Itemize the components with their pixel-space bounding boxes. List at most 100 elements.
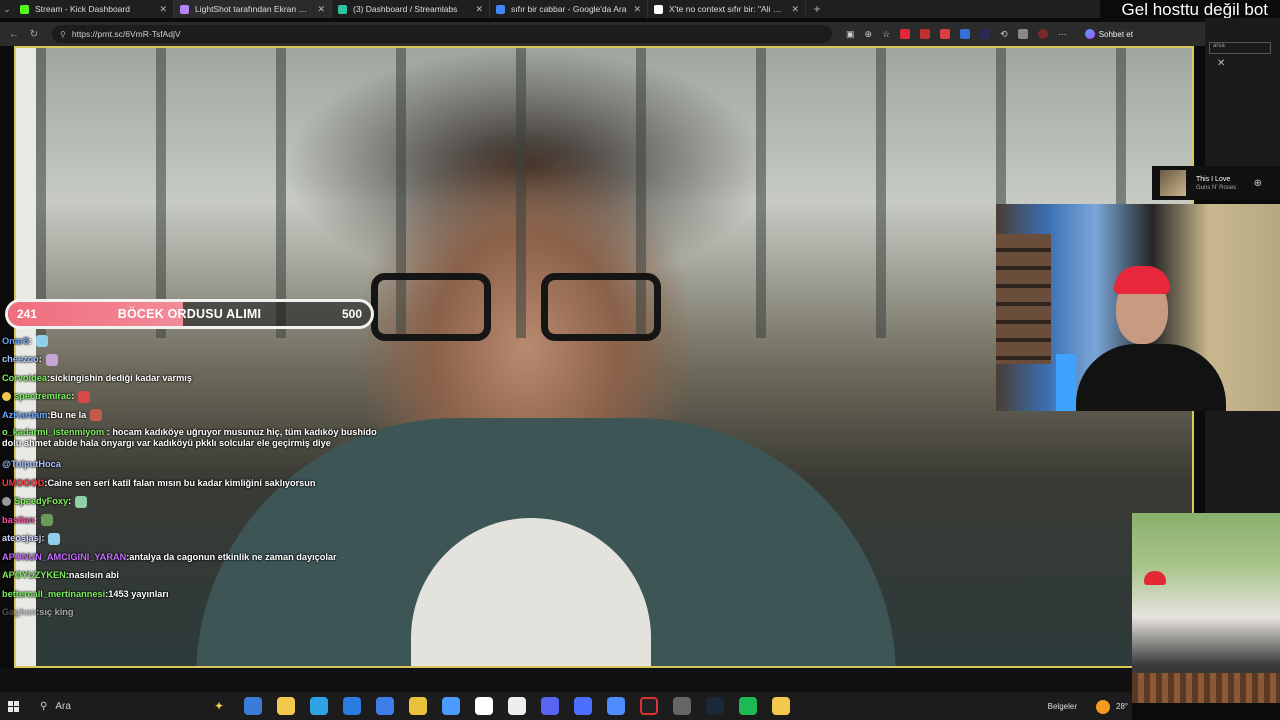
side-panel: arsa ✕ [1205,18,1280,168]
chat-username[interactable]: cheezoo [2,354,39,365]
browser-tab[interactable]: LightShot tarafından Ekran Görünt ✕ [174,0,332,18]
store-icon[interactable] [376,697,394,715]
gap-strip [0,668,1132,692]
more-menu-icon[interactable]: ⋯ [1058,29,1067,40]
media-icon[interactable] [673,697,691,715]
discord-icon[interactable] [541,697,559,715]
chat-message: ateosjasj : [2,530,382,549]
chat-username[interactable]: ateosjasj [2,533,41,544]
extension-icon[interactable] [980,29,991,39]
chat-username[interactable]: Corvoidea [2,373,47,384]
tab-close-icon[interactable]: ✕ [475,4,483,15]
chat-username[interactable]: bastlan [2,515,34,526]
profile-avatar[interactable] [1037,29,1048,39]
extension-icon[interactable] [940,29,951,39]
tab-title: (3) Dashboard / Streamlabs [353,4,458,14]
start-button[interactable] [0,692,26,720]
chat-text: Bu ne la [50,409,87,420]
chat-username[interactable]: o_kadarmi_istenmiyom [2,427,104,437]
split-view-icon[interactable]: ▣ [846,29,855,40]
browser-tab[interactable]: Stream - Kick Dashboard ✕ [14,0,174,18]
chat-emote-icon [48,532,61,545]
new-tab-button[interactable]: + [806,2,828,16]
search-placeholder: Ara [55,700,71,712]
tab-title: X'te no context sıfır bir: "Ali cabba [669,4,786,14]
chat-username[interactable]: Onar3 [2,336,29,347]
taskbar-search[interactable]: ⚲ Ara ✦ [34,695,234,717]
chat-separator: : [34,514,38,525]
album-art [1160,170,1186,196]
tab-close-icon[interactable]: ✕ [159,4,167,15]
obs-icon[interactable] [640,697,658,715]
url-field[interactable]: ⚲ https://prnt.sc/6VmR-TsfAdjV [52,25,832,43]
chat-username[interactable]: APONUN_AMCIGINI_YARAN [2,552,126,563]
glasses [371,273,671,343]
chat-message: o_kadarmi_istenmiyom : hocam kadıköye uğ… [2,425,382,456]
chat-username[interactable]: UMOOOD [2,478,44,489]
mail-icon[interactable] [343,697,361,715]
extension-icon[interactable] [960,29,971,39]
tab-close-icon[interactable]: ✕ [317,4,325,15]
widgets-icon[interactable] [244,697,262,715]
tab-favicon-icon [654,4,663,14]
tray-documents-label[interactable]: Belgeler [1048,702,1077,711]
app-icon[interactable] [508,697,526,715]
chat-username[interactable]: @TulputHoca [2,459,61,470]
site-info-icon[interactable]: ⚲ [60,30,66,39]
extension-icon[interactable] [900,29,911,39]
tab-close-icon[interactable]: ✕ [791,4,799,15]
chat-message: bastlan : [2,511,382,530]
bookmark-star-icon[interactable]: ☆ [882,29,890,40]
zoom-icon[interactable]: ⊕ [865,29,873,40]
chat-text: sıç king [39,607,74,618]
notes-icon[interactable] [475,697,493,715]
tab-title: Stream - Kick Dashboard [35,4,130,14]
side-search-field[interactable]: arsa [1209,42,1271,54]
chat-username[interactable]: spectremirac [14,391,71,402]
app-icon[interactable] [574,697,592,715]
browser-tab[interactable]: sıfır bir cabbar - Google'da Ara ✕ [490,0,648,18]
now-playing-widget: This I Love Guns N' Roses ⊕ [1152,166,1280,200]
poll-goal-value: 500 [341,307,362,321]
chat-emote-icon [41,514,54,527]
tab-search-icon[interactable]: ⌄ [0,0,14,18]
folder-icon[interactable] [772,697,790,715]
song-title: This I Love [1196,175,1231,183]
chat-username[interactable]: AzKardam [2,410,47,421]
browser-tab-bar: ⌄ Stream - Kick Dashboard ✕ LightShot tara… [0,0,1100,18]
chat-separator: : [38,354,42,365]
weather-icon[interactable] [1096,700,1110,714]
back-icon[interactable]: ← [6,29,22,40]
copilot-label: Sohbet et [1098,29,1133,39]
close-icon[interactable]: ✕ [1217,58,1225,69]
vpn-icon[interactable] [607,697,625,715]
steam-icon[interactable] [706,697,724,715]
chat-text: nasılsın abi [68,570,119,581]
chat-username[interactable]: SpeedyFoxy [14,496,68,507]
add-circle-icon[interactable]: ⊕ [1254,178,1262,189]
app-icon[interactable] [442,697,460,715]
streamer-body [1076,344,1226,411]
spotify-icon[interactable] [739,697,757,715]
browser-tab[interactable]: X'te no context sıfır bir: "Ali cabba ✕ [648,0,806,18]
chat-message: APONUN_AMCIGINI_YARAN : antalya da cagon… [2,548,382,567]
chat-message: AzKardam : Bu ne la [2,406,382,425]
tab-title: LightShot tarafından Ekran Görünt [195,4,312,14]
edge-icon[interactable] [310,697,328,715]
browser-tab[interactable]: (3) Dashboard / Streamlabs ✕ [332,0,490,18]
chat-username[interactable]: Gaghan [2,607,36,618]
chat-username[interactable]: APOYUZYKEN [2,570,66,581]
chat-badge-icon [2,497,11,507]
reload-icon[interactable]: ↻ [26,29,42,40]
extension-icon[interactable] [920,29,931,39]
file-explorer-icon[interactable] [277,697,295,715]
chat-username[interactable]: bettercall_mertinannesi [2,589,105,600]
copilot-button[interactable]: Sohbet et [1084,29,1133,39]
taskbar-apps [244,697,790,715]
extensions-puzzle-icon[interactable]: ⟲ [1000,29,1008,40]
extension-icon[interactable] [1017,29,1028,39]
chat-emote-icon [78,390,91,403]
search-icon: ⚲ [40,700,48,712]
tab-close-icon[interactable]: ✕ [633,4,641,15]
app-icon[interactable] [409,697,427,715]
